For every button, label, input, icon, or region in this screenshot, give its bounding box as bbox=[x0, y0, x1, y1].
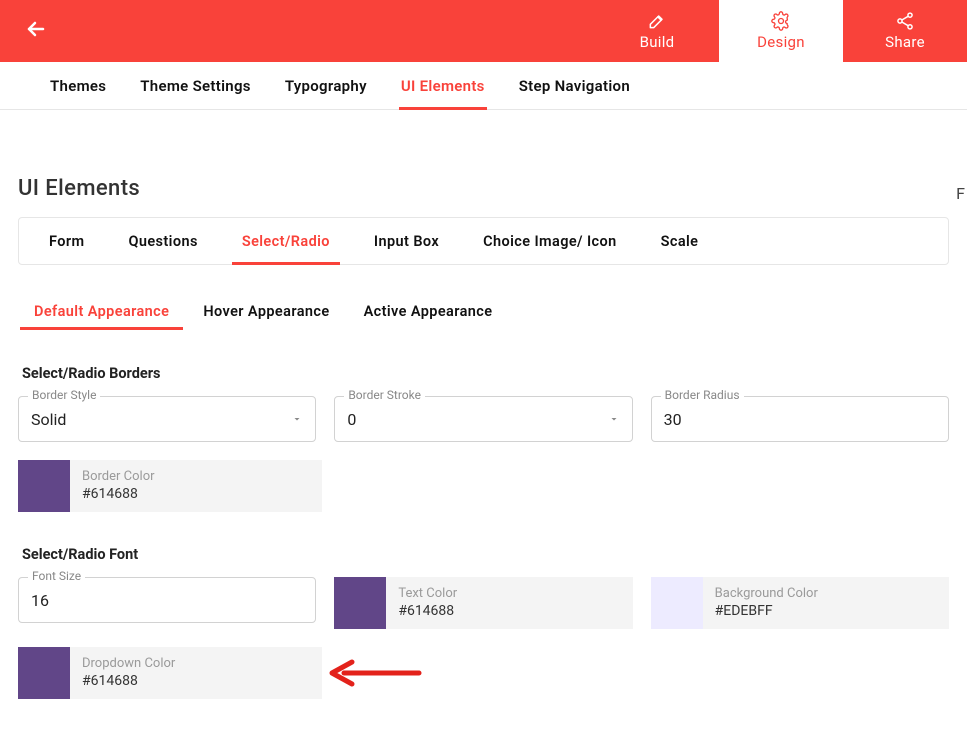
dropdown-color-value: #614688 bbox=[82, 672, 175, 691]
border-color-chip[interactable]: Border Color #614688 bbox=[18, 460, 322, 512]
border-style-label: Border Style bbox=[28, 388, 100, 402]
dropdown-color-swatch bbox=[18, 647, 70, 699]
bg-color-swatch bbox=[651, 577, 703, 629]
tab-default-appearance[interactable]: Default Appearance bbox=[32, 303, 171, 330]
tab-design-label: Design bbox=[757, 33, 805, 51]
border-style-select[interactable]: Border Style Solid bbox=[18, 396, 316, 442]
text-color-swatch bbox=[334, 577, 386, 629]
share-icon bbox=[895, 11, 915, 31]
dropdown-color-label: Dropdown Color bbox=[82, 655, 175, 673]
text-color-label: Text Color bbox=[398, 585, 457, 603]
tab-choice-image-icon[interactable]: Choice Image/ Icon bbox=[463, 218, 636, 264]
tab-design[interactable]: Design bbox=[719, 0, 843, 62]
dropdown-color-row: Dropdown Color #614688 bbox=[18, 647, 949, 699]
border-color-value: #614688 bbox=[82, 485, 155, 504]
tab-share[interactable]: Share bbox=[843, 0, 967, 62]
border-radius-field[interactable] bbox=[664, 410, 936, 429]
page: UI Elements Form Questions Select/Radio … bbox=[0, 110, 967, 739]
border-radius-input[interactable]: Border Radius bbox=[651, 396, 949, 442]
border-stroke-label: Border Stroke bbox=[344, 388, 425, 402]
text-color-chip[interactable]: Text Color #614688 bbox=[334, 577, 632, 629]
secondary-nav: Themes Theme Settings Typography UI Elem… bbox=[0, 62, 967, 110]
tab-scale[interactable]: Scale bbox=[641, 218, 719, 264]
tab-active-appearance[interactable]: Active Appearance bbox=[362, 303, 495, 330]
chevron-down-icon bbox=[291, 413, 303, 425]
font-size-label: Font Size bbox=[28, 569, 85, 583]
inner-card: Form Questions Select/Radio Input Box Ch… bbox=[18, 217, 949, 265]
arrow-left-icon bbox=[24, 17, 48, 41]
cropped-letter: F bbox=[956, 184, 965, 203]
page-title: UI Elements bbox=[18, 176, 949, 201]
border-color-swatch bbox=[18, 460, 70, 512]
back-button[interactable] bbox=[24, 17, 48, 45]
tab-form[interactable]: Form bbox=[29, 218, 104, 264]
tab-input-box[interactable]: Input Box bbox=[354, 218, 459, 264]
borders-row: Border Style Solid Border Stroke 0 Borde… bbox=[18, 396, 949, 442]
topbar: Build Design Share bbox=[0, 0, 967, 62]
border-color-row: Border Color #614688 bbox=[18, 460, 949, 512]
tab-share-label: Share bbox=[885, 33, 925, 51]
nav-themes[interactable]: Themes bbox=[34, 62, 122, 109]
bg-color-chip[interactable]: Background Color #EDEBFF bbox=[651, 577, 949, 629]
border-radius-label: Border Radius bbox=[661, 388, 744, 402]
tab-build[interactable]: Build bbox=[595, 0, 719, 62]
bg-color-value: #EDEBFF bbox=[715, 602, 818, 621]
border-stroke-select[interactable]: Border Stroke 0 bbox=[334, 396, 632, 442]
font-size-input[interactable]: Font Size bbox=[18, 577, 316, 629]
nav-step-navigation[interactable]: Step Navigation bbox=[503, 62, 646, 109]
border-style-value: Solid bbox=[31, 410, 66, 429]
appearance-tabs: Default Appearance Hover Appearance Acti… bbox=[18, 303, 949, 331]
text-color-value: #614688 bbox=[398, 602, 457, 621]
section-title-borders: Select/Radio Borders bbox=[22, 365, 949, 382]
nav-ui-elements[interactable]: UI Elements bbox=[385, 62, 501, 109]
tab-select-radio[interactable]: Select/Radio bbox=[222, 218, 350, 264]
tab-questions[interactable]: Questions bbox=[108, 218, 217, 264]
dropdown-color-chip[interactable]: Dropdown Color #614688 bbox=[18, 647, 322, 699]
topbar-right: Build Design Share bbox=[595, 0, 967, 62]
tab-build-label: Build bbox=[640, 33, 675, 51]
font-size-field[interactable] bbox=[31, 591, 303, 610]
font-row: Font Size Text Color #614688 Background … bbox=[18, 577, 949, 629]
border-color-label: Border Color bbox=[82, 468, 155, 486]
edit-icon bbox=[647, 11, 667, 31]
bg-color-label: Background Color bbox=[715, 585, 818, 603]
gear-icon bbox=[771, 11, 791, 31]
tab-hover-appearance[interactable]: Hover Appearance bbox=[201, 303, 331, 330]
section-title-font: Select/Radio Font bbox=[22, 546, 949, 563]
chevron-down-icon bbox=[608, 413, 620, 425]
border-stroke-value: 0 bbox=[347, 410, 356, 429]
nav-typography[interactable]: Typography bbox=[269, 62, 383, 109]
nav-theme-settings[interactable]: Theme Settings bbox=[124, 62, 267, 109]
inner-tabs: Form Questions Select/Radio Input Box Ch… bbox=[29, 218, 938, 264]
